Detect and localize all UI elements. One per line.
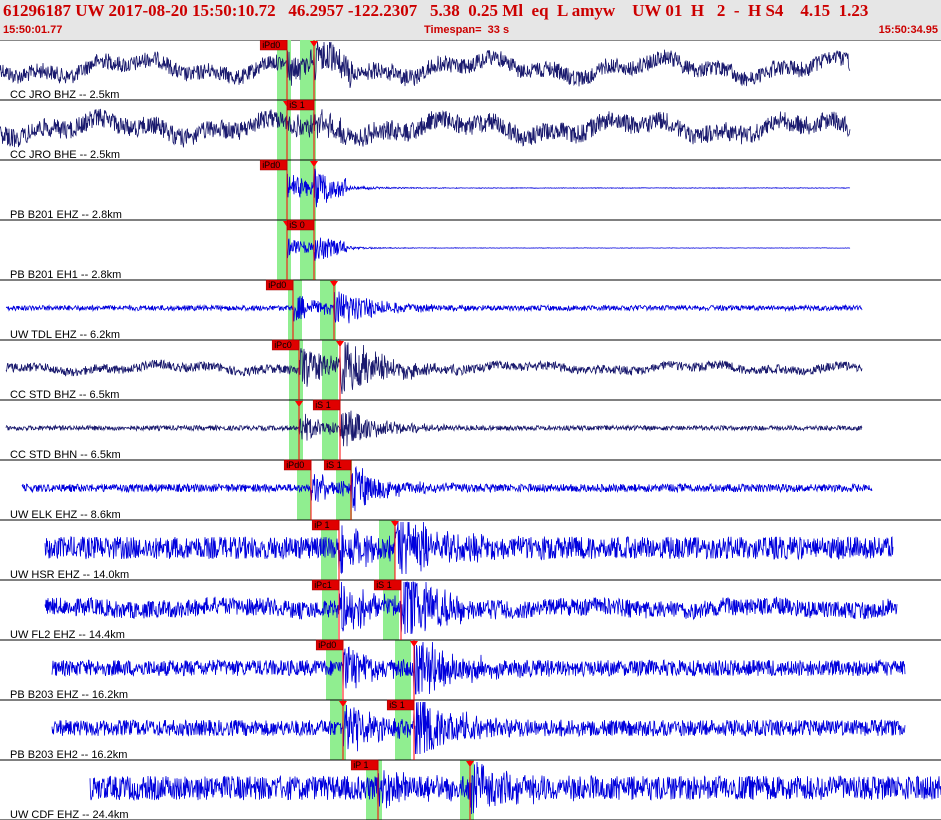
event-summary: 61296187 UW 2017-08-20 15:50:10.72 46.29… <box>3 1 869 20</box>
station-labels: CC JRO BHZ -- 2.5km CC JRO BHE -- 2.5km PB… <box>10 89 129 820</box>
waveform-trace <box>21 465 873 512</box>
pick-label[interactable]: iPd0 <box>268 280 286 290</box>
trace-label: CC JRO BHZ -- 2.5km <box>10 89 119 101</box>
pick-label[interactable]: iS 0 <box>289 220 305 230</box>
waveform-trace <box>51 701 906 755</box>
trace-group <box>0 41 941 815</box>
trace-label: UW HSR EHZ -- 14.0km <box>10 569 129 581</box>
p-window-band <box>330 700 346 760</box>
start-time: 15:50:01.77 <box>3 24 63 36</box>
pick-label[interactable]: iS 1 <box>326 460 342 470</box>
trace-label: PB B203 EHZ -- 16.2km <box>10 689 128 701</box>
trace-label: PB B203 EH2 -- 16.2km <box>10 749 127 761</box>
event-header: 61296187 UW 2017-08-20 15:50:10.72 46.29… <box>0 0 941 41</box>
pick-label[interactable]: iS 1 <box>315 400 331 410</box>
pick-label[interactable]: iPd0 <box>262 40 280 50</box>
pick-label[interactable]: iPd0 <box>262 160 280 170</box>
waveform-trace <box>286 168 851 208</box>
waveform-trace <box>44 521 894 575</box>
trace-label: CC JRO BHE -- 2.5km <box>10 149 120 161</box>
trace-label: UW FL2 EHZ -- 14.4km <box>10 629 125 641</box>
waveform-trace <box>51 641 906 695</box>
waveform-trace <box>89 761 941 815</box>
pick-label[interactable]: iS 1 <box>289 100 305 110</box>
end-time: 15:50:34.95 <box>878 24 938 36</box>
trace-label: UW ELK EHZ -- 8.6km <box>10 509 121 521</box>
trace-label: CC STD BHZ -- 6.5km <box>10 389 119 401</box>
pick-label[interactable]: iPc1 <box>314 580 332 590</box>
pick-label[interactable]: iPd0 <box>286 460 304 470</box>
seismogram-panel[interactable]: CC JRO BHZ -- 2.5km CC JRO BHE -- 2.5km PB… <box>0 40 941 820</box>
pick-label[interactable]: iS 1 <box>376 580 392 590</box>
pick-label[interactable]: iPc0 <box>274 340 292 350</box>
timespan-readout: Timespan= 33 s <box>424 24 510 36</box>
waveform-trace <box>5 291 863 324</box>
waveform-trace <box>5 341 863 395</box>
trace-label: UW CDF EHZ -- 24.4km <box>10 809 129 820</box>
trace-label: CC STD BHN -- 6.5km <box>10 449 121 461</box>
pick-label[interactable]: iPd0 <box>318 640 336 650</box>
waveform-trace <box>0 108 851 148</box>
pick-label[interactable]: iS 1 <box>389 700 405 710</box>
pick-label[interactable]: iP 1 <box>353 760 368 770</box>
pick-label[interactable]: iP 1 <box>314 520 329 530</box>
waveform-trace <box>286 237 851 263</box>
trace-label: PB B201 EH1 -- 2.8km <box>10 269 121 281</box>
trace-label: PB B201 EHZ -- 2.8km <box>10 209 122 221</box>
waveform-trace <box>5 410 863 447</box>
waveform-trace <box>0 41 851 88</box>
trace-label: UW TDL EHZ -- 6.2km <box>10 329 120 341</box>
row-separators <box>0 99 941 820</box>
waveform-trace <box>44 581 898 635</box>
